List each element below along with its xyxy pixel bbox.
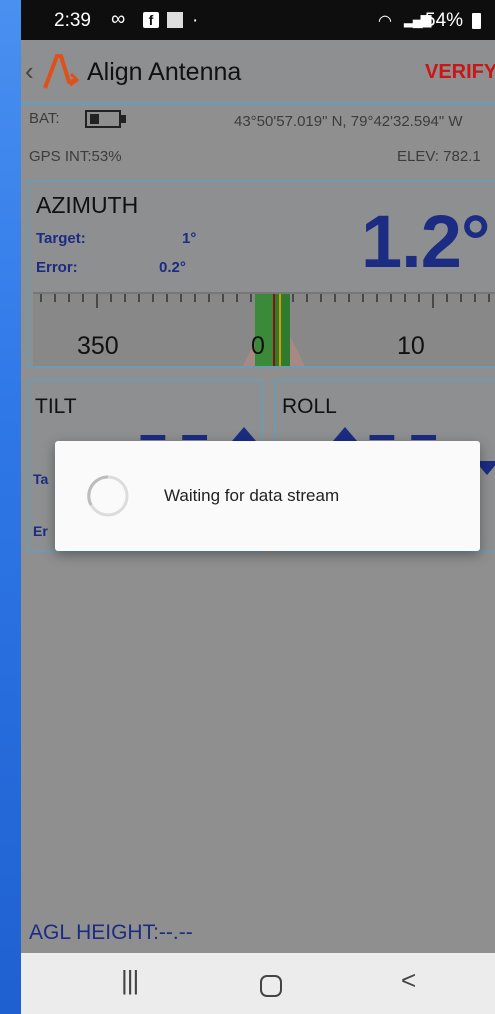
back-icon[interactable]: < xyxy=(401,965,416,996)
roll-title: ROLL xyxy=(282,395,337,418)
page-title: Align Antenna xyxy=(87,58,242,86)
tilt-error-label: Er xyxy=(33,523,48,539)
back-chevron-icon[interactable]: ‹ xyxy=(25,56,34,87)
info-bar: BAT: 43°50'57.019" N, 79°42'32.594" W GP… xyxy=(21,105,495,177)
device-battery-icon xyxy=(85,110,126,128)
azimuth-target-value: 1° xyxy=(182,230,197,247)
loading-dialog: Waiting for data stream xyxy=(55,441,480,551)
app-logo-icon xyxy=(43,54,79,89)
tilt-target-label: Ta xyxy=(33,471,49,487)
battery-icon xyxy=(472,13,481,29)
clock: 2:39 xyxy=(54,10,91,31)
azimuth-title: AZIMUTH xyxy=(36,192,139,218)
dialog-message: Waiting for data stream xyxy=(164,486,340,505)
tilt-title: TILT xyxy=(35,395,77,418)
bat-label: BAT: xyxy=(29,110,60,127)
elevation: ELEV: 782.1 xyxy=(397,148,481,165)
loading-spinner-icon xyxy=(87,475,129,517)
more-notifications-icon: · xyxy=(192,10,199,31)
app-bar: ‹ Align Antenna VERIFY xyxy=(21,40,495,105)
status-bar: 2:39 ∞ f · ◠ ▂▄▆ 54% xyxy=(21,0,495,40)
gallery-icon xyxy=(167,12,183,28)
azimuth-error-value: 0.2° xyxy=(159,259,186,276)
gps-integrity: GPS INT:53% xyxy=(29,148,122,165)
azimuth-panel: AZIMUTH 1.2° Target: 1° Error: 0.2° 350 … xyxy=(27,180,495,368)
wifi-icon: ◠ xyxy=(378,13,392,30)
recent-apps-icon[interactable]: ||| xyxy=(121,965,139,996)
azimuth-value: 1.2° xyxy=(361,200,490,283)
voicemail-icon: ∞ xyxy=(111,8,126,30)
azimuth-target-label: Target: xyxy=(36,230,86,247)
agl-height: AGL HEIGHT:--.-- xyxy=(29,921,193,944)
battery-percent: 54% xyxy=(425,10,464,31)
scale-label-0: 0 xyxy=(251,332,265,360)
facebook-icon: f xyxy=(143,12,159,28)
home-icon[interactable] xyxy=(260,975,282,997)
system-nav-bar: ||| < xyxy=(21,953,495,1014)
tilt-up-arrow-icon xyxy=(232,427,256,441)
verify-button[interactable]: VERIFY xyxy=(425,61,495,84)
azimuth-scale: 350 0 10 xyxy=(33,292,495,366)
scale-label-350: 350 xyxy=(77,332,119,360)
phone-screen: 2:39 ∞ f · ◠ ▂▄▆ 54% ‹ Align Antenna VER… xyxy=(21,0,495,1014)
scale-label-10: 10 xyxy=(397,332,425,360)
azimuth-error-label: Error: xyxy=(36,259,78,276)
gps-coordinates: 43°50'57.019" N, 79°42'32.594" W xyxy=(234,113,463,130)
roll-up-arrow-icon xyxy=(333,427,357,441)
